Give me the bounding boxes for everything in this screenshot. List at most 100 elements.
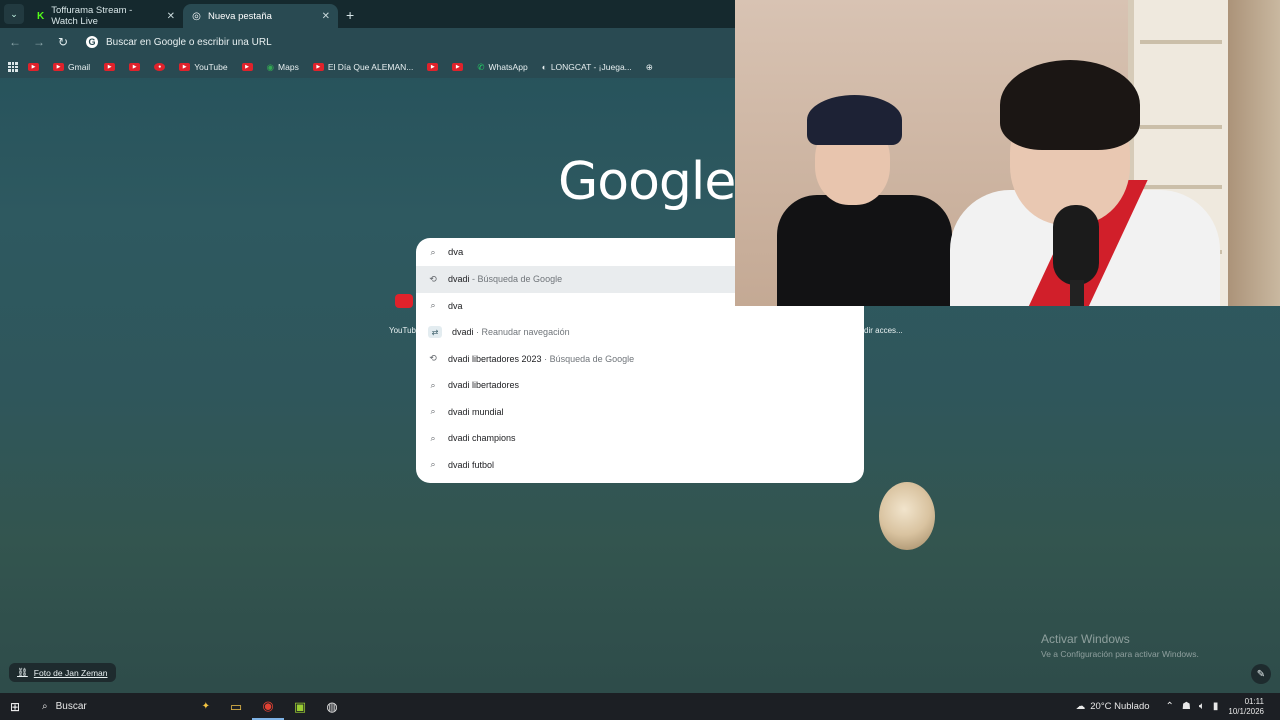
suggestion-text: dvadi — [452, 327, 474, 338]
suggestion-item[interactable]: ⌕ dvadi champions — [416, 425, 864, 452]
moon-image — [879, 482, 935, 550]
longcat-icon: ◐ — [541, 62, 547, 72]
suggestion-text: dvadi futbol — [448, 459, 495, 470]
bookmark-label: Gmail — [68, 62, 91, 72]
youtube-icon: ▶ — [241, 63, 253, 71]
suggestion-text: dvadi mundial — [448, 406, 504, 417]
bookmark-label: WhatsApp — [488, 62, 528, 72]
browser-toolbar: ← → ↻ G Buscar en Google o escribir una … — [0, 28, 735, 56]
youtube-icon: ▶ — [427, 63, 439, 71]
activate-windows-watermark: Activar Windows Ve a Configuración para … — [1041, 632, 1199, 659]
bookmark-item[interactable]: ● — [150, 63, 169, 71]
photo-credit-text: Foto de Jan Zeman — [33, 667, 108, 678]
chevron-up-icon[interactable]: ⌃ — [1166, 701, 1174, 712]
power-icon[interactable]: ▮ — [1213, 701, 1219, 712]
volume-icon[interactable]: 🔈︎ — [1199, 701, 1205, 712]
bookmark-item[interactable]: ▶ — [423, 63, 442, 71]
youtube-icon: ● — [154, 63, 166, 71]
whatsapp-icon: ✆ — [477, 61, 485, 72]
pencil-icon: ✎ — [1256, 668, 1266, 680]
chrome-icon: ◎ — [192, 10, 201, 22]
app-icon[interactable]: ▣ — [284, 693, 316, 720]
kick-icon: K — [36, 10, 45, 22]
address-bar-placeholder: Buscar en Google o escribir una URL — [106, 36, 272, 48]
suggestion-item[interactable]: ⌕ dvadi libertadores — [416, 372, 864, 399]
youtube-icon: ▶ — [312, 63, 324, 71]
back-icon[interactable]: ← — [8, 35, 22, 49]
bookmark-item[interactable]: ▶ — [100, 63, 119, 71]
bookmark-item[interactable]: ▶ — [24, 63, 43, 71]
clock-date: 10/1/2026 — [1228, 706, 1264, 716]
close-icon[interactable]: ✕ — [167, 11, 175, 22]
history-icon: ⟲ — [429, 353, 437, 364]
watermark-title: Activar Windows — [1041, 632, 1130, 646]
tab-search-button[interactable]: ⌄ — [4, 4, 24, 24]
weather-cloud-icon: ☁ — [1075, 701, 1086, 712]
apps-icon[interactable] — [8, 62, 18, 72]
globe-icon: ⊕ — [645, 61, 653, 72]
search-icon: ⌕ — [430, 246, 436, 257]
suggestion-subtext: · Reanudar navegación — [473, 327, 570, 338]
journey-icon: ⇄ — [428, 326, 442, 339]
bookmark-whatsapp[interactable]: ✆ WhatsApp — [473, 62, 531, 73]
shortcut-label[interactable]: dir acces... — [864, 326, 903, 335]
bookmark-item[interactable]: ▶ — [125, 63, 144, 71]
forward-icon[interactable]: → — [32, 35, 46, 49]
bookmark-label: YouTube — [194, 62, 228, 72]
bookmark-youtube[interactable]: ▶ YouTube — [175, 62, 231, 72]
tab-label: Nueva pestaña — [208, 10, 272, 22]
suggestion-text: dvadi libertadores 2023 — [448, 353, 542, 364]
file-explorer-icon[interactable]: ▭ — [220, 693, 252, 720]
chrome-taskbar-icon[interactable]: ◉ — [252, 693, 284, 720]
bookmarks-bar: ▶ ▶ Gmail ▶ ▶ ● ▶ YouTube ▶ ◉ Maps ▶ El Día … — [0, 56, 735, 78]
suggestion-item[interactable]: ⌕ dvadi futbol — [416, 452, 864, 479]
google-logo: Google — [558, 152, 736, 212]
windows-start-icon[interactable]: ⊞ — [0, 700, 30, 714]
suggestion-text: dvadi champions — [448, 433, 516, 444]
bookmark-gmail[interactable]: ▶ Gmail — [49, 62, 94, 72]
reload-icon[interactable]: ↻ — [56, 35, 70, 49]
bookmark-item[interactable]: ▶ — [448, 63, 467, 71]
new-tab-button[interactable]: + — [346, 7, 354, 23]
maps-icon: ◉ — [266, 61, 275, 72]
taskbar-search-label: Buscar — [55, 701, 87, 712]
bookmark-video[interactable]: ▶ El Día Que ALEMAN... — [309, 62, 418, 72]
suggestion-text: dvadi libertadores — [448, 380, 520, 391]
customize-button[interactable]: ✎ — [1251, 664, 1271, 684]
search-icon: ⌕ — [430, 432, 436, 443]
photo-credit-link[interactable]: ⛓ Foto de Jan Zeman — [9, 663, 116, 682]
tab-toffurama[interactable]: K Toffurama Stream - Watch Live ✕ — [28, 4, 183, 28]
bookmark-label: El Día Que ALEMAN... — [327, 62, 414, 72]
tab-label: Toffurama Stream - Watch Live — [51, 5, 133, 27]
shortcut-label[interactable]: YouTub — [389, 326, 416, 335]
obs-icon[interactable]: ◍ — [316, 693, 348, 720]
suggestion-item[interactable]: ⌕ dvadi mundial — [416, 399, 864, 426]
bookmark-maps[interactable]: ◉ Maps — [263, 62, 303, 73]
network-icon[interactable]: ☗ — [1182, 701, 1191, 712]
bookmark-longcat[interactable]: ◐ LONGCAT - ¡Juega... — [538, 62, 636, 72]
youtube-icon: ▶ — [179, 63, 191, 71]
sparkle-icon: ✦ — [201, 701, 210, 712]
suggestion-item[interactable]: ⟲ dvadi libertadores 2023 · Búsqueda de … — [416, 346, 864, 373]
youtube-icon: ▶ — [104, 63, 116, 71]
taskbar-search[interactable]: ⌕ Buscar ✦ — [30, 693, 220, 720]
tab-new-tab[interactable]: ◎ Nueva pestaña ✕ — [183, 4, 338, 28]
windows-taskbar: ⊞ ⌕ Buscar ✦ ▭ ◉ ▣ ◍ ☁ 20°C Nublado ⌃ ☗ … — [0, 693, 1280, 720]
close-icon[interactable]: ✕ — [322, 11, 330, 22]
webcam-overlay — [735, 0, 1280, 306]
search-icon: ⌕ — [430, 459, 436, 470]
bookmark-item[interactable]: ▶ — [238, 63, 257, 71]
tab-strip: ⌄ K Toffurama Stream - Watch Live ✕ ◎ Nu… — [0, 0, 735, 28]
address-bar[interactable]: G Buscar en Google o escribir una URL — [86, 36, 272, 48]
watermark-subtitle: Ve a Configuración para activar Windows. — [1041, 649, 1199, 659]
bookmark-label: Maps — [278, 62, 299, 72]
suggestion-item[interactable]: ⇄ dvadi · Reanudar navegación — [416, 319, 864, 346]
search-icon: ⌕ — [430, 300, 436, 311]
suggestion-text: dvadi — [448, 274, 470, 285]
shortcut-youtube-icon[interactable] — [395, 294, 413, 308]
youtube-icon: ▶ — [28, 63, 39, 71]
bookmark-globe[interactable]: ⊕ — [642, 62, 657, 73]
youtube-icon: ▶ — [129, 63, 141, 71]
taskbar-clock[interactable]: 01:11 10/1/2026 — [1228, 697, 1264, 717]
weather-widget[interactable]: ☁ 20°C Nublado — [1076, 701, 1150, 712]
